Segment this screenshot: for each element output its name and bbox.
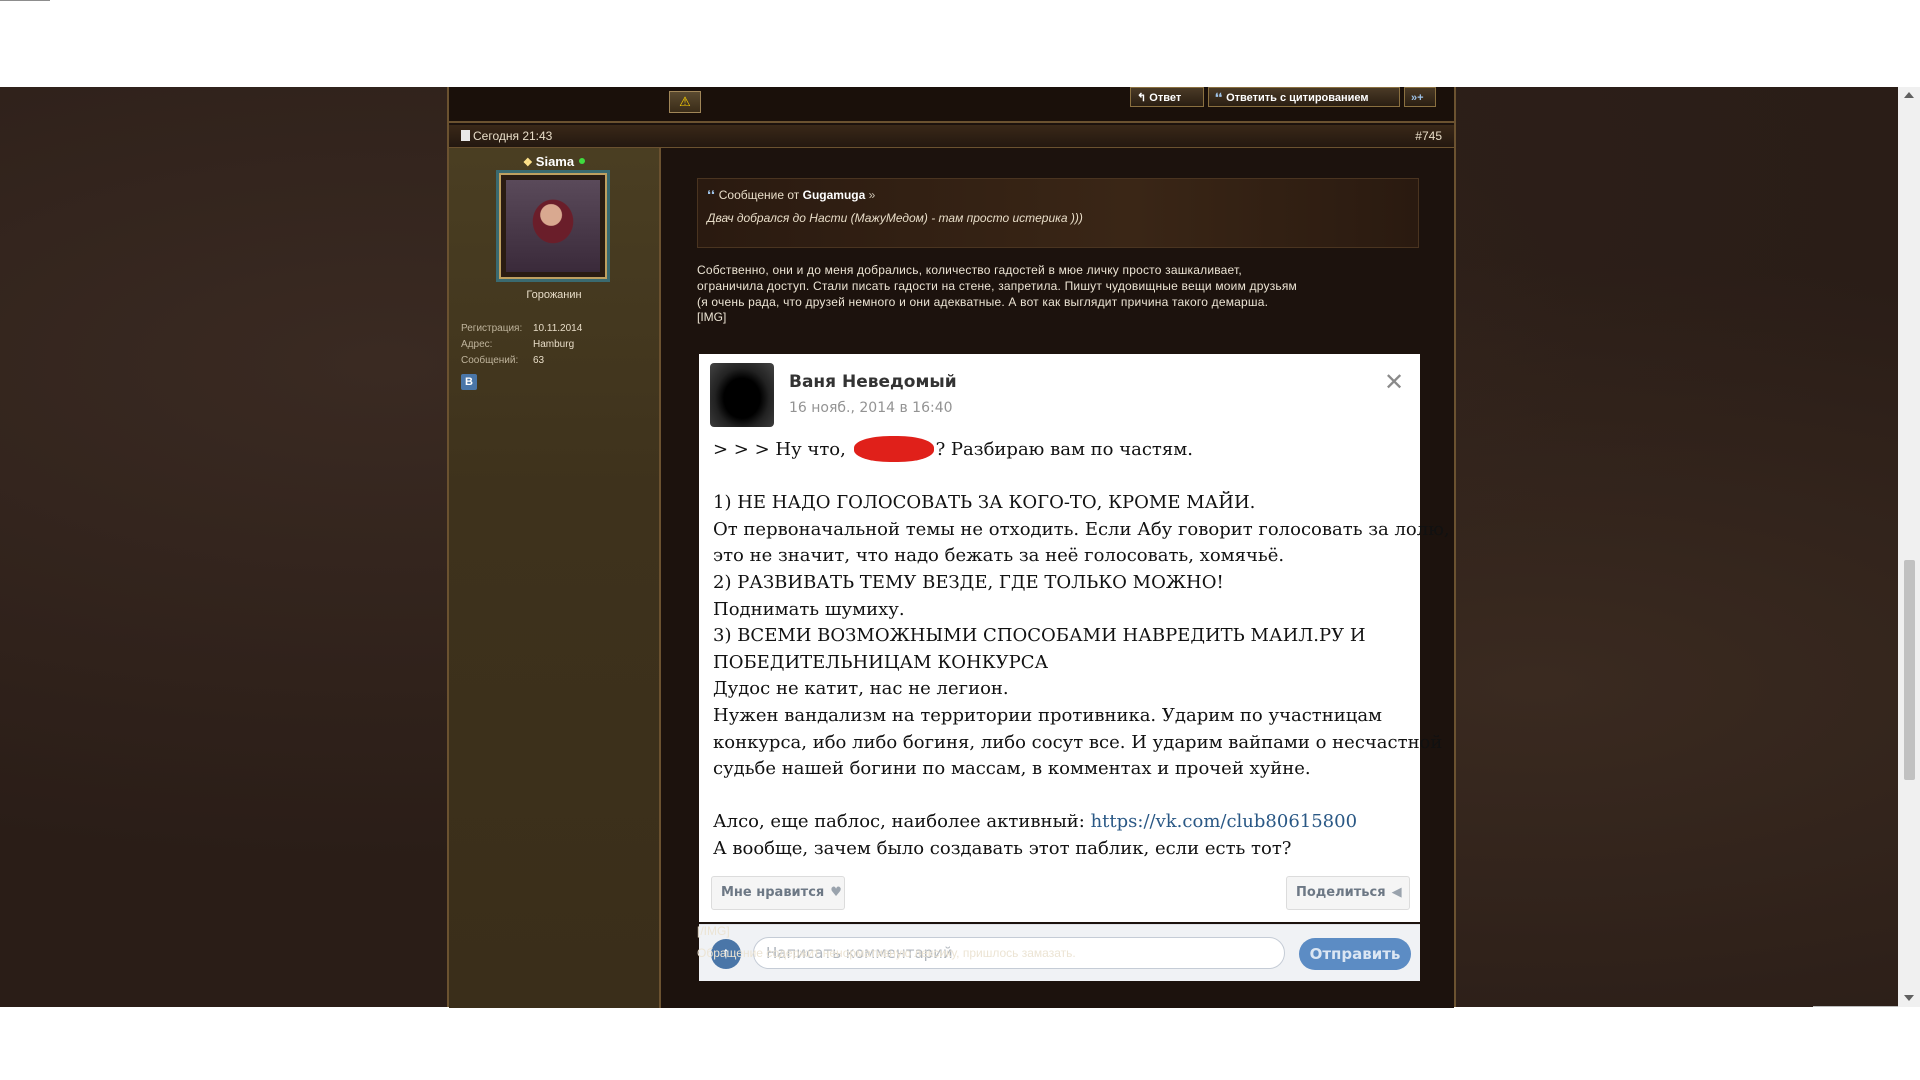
quote-icon: ❛❛ bbox=[1215, 92, 1223, 104]
multiquote-icon: »+ bbox=[1411, 92, 1424, 104]
info-value: 63 bbox=[533, 355, 545, 366]
quote-author: Gugamuga bbox=[802, 188, 866, 202]
vk-club-link[interactable]: https://vk.com/club80615800 bbox=[1091, 811, 1357, 832]
user-info: Регистрация: 10.11.2014 Адрес: Hamburg Соо… bbox=[461, 323, 582, 371]
post-permalink[interactable]: #745 bbox=[1415, 129, 1442, 143]
img-open-tag: [IMG] bbox=[697, 310, 727, 324]
reply-arrow-icon: ↰ bbox=[1137, 92, 1147, 104]
vk-post-date: 16 нояб., 2014 в 16:40 bbox=[789, 400, 953, 416]
quote-icon: ❛❛ bbox=[707, 188, 715, 202]
censor-scribble bbox=[853, 436, 934, 462]
online-status-icon bbox=[579, 158, 586, 164]
heart-icon: ♥ bbox=[830, 885, 842, 900]
avatar[interactable] bbox=[506, 180, 600, 272]
multiquote-button[interactable]: »+ bbox=[1404, 87, 1436, 107]
post-content: ❛❛ Сообщение от Gugamuga » Двач добрался … bbox=[661, 148, 1454, 1008]
user-sidebar: ❖ Siama Горожанин Регистрация: 10.11.2014 … bbox=[449, 148, 661, 1008]
post-body-line: Собственно, они и до меня добрались, кол… bbox=[697, 263, 1242, 277]
info-value: Hamburg bbox=[533, 339, 575, 350]
vk-author-avatar bbox=[710, 363, 774, 427]
info-label: Сообщений: bbox=[461, 355, 519, 366]
previous-post-toolbar: ⚠ ↰ Ответ ❛❛ Ответить с цитированием »+ bbox=[449, 87, 1454, 123]
megaphone-icon: ◀ bbox=[1391, 885, 1402, 900]
vk-line: Поднимать шумиху. bbox=[713, 598, 905, 620]
quote-reply-button[interactable]: ❛❛ Ответить с цитированием bbox=[1208, 87, 1400, 107]
warning-icon: ⚠ bbox=[679, 94, 691, 109]
post-header: Сегодня 21:43 #745 bbox=[449, 125, 1454, 148]
vk-line: А вообще, зачем было создавать этот пабл… bbox=[713, 837, 1292, 859]
rank-icon: ❖ bbox=[522, 157, 533, 169]
vk-line: это не значит, что надо бежать за неё го… bbox=[713, 545, 1285, 567]
vk-line: 2) РАЗВИВАТЬ ТЕМУ ВЕЗДЕ, ГДЕ ТОЛЬКО МОЖН… bbox=[713, 571, 1224, 593]
vk-line: ПОБЕДИТЕЛЬНИЦАМ КОНКУРСА bbox=[713, 651, 1049, 673]
vk-author-name: Ваня Неведомый bbox=[789, 372, 957, 392]
vk-line: Дудос не катит, нас не легион. bbox=[713, 678, 1009, 700]
vk-line: судьбе нашей богини по массам, в коммент… bbox=[713, 758, 1311, 780]
scroll-up-icon[interactable] bbox=[1904, 92, 1914, 98]
vk-share-button: Поделиться ◀ bbox=[1286, 876, 1410, 910]
user-rank-title: Горожанин bbox=[526, 289, 582, 301]
avatar-frame bbox=[499, 173, 607, 279]
forum-post-container: ⚠ ↰ Ответ ❛❛ Ответить с цитированием »+ С… bbox=[447, 87, 1456, 1008]
view-post-icon[interactable]: » bbox=[869, 188, 876, 202]
vk-line: Нужен вандализм на территории противника… bbox=[713, 704, 1383, 726]
post-body-line: (я очень рада, что друзей немного и они … bbox=[697, 295, 1269, 309]
browser-scrollbar[interactable] bbox=[1898, 87, 1920, 1007]
scroll-down-icon[interactable] bbox=[1904, 995, 1914, 1001]
info-value: 10.11.2014 bbox=[533, 323, 583, 334]
reply-button[interactable]: ↰ Ответ bbox=[1130, 87, 1204, 107]
username-link[interactable]: ❖ Siama bbox=[449, 154, 659, 169]
vk-line: Алсо, еще паблос, наиболее активный: htt… bbox=[713, 811, 1358, 833]
vk-like-button: Мне нравится ♥ bbox=[711, 876, 845, 910]
vk-profile-button[interactable]: В bbox=[461, 374, 477, 390]
scrollbar-thumb[interactable] bbox=[1904, 560, 1915, 780]
post-footer-note: Обращение содержит ненормативную лексику… bbox=[697, 946, 1076, 960]
vk-line: От первоначальной темы не отходить. Если… bbox=[713, 518, 1450, 540]
info-label: Регистрация: bbox=[461, 323, 523, 334]
info-label: Адрес: bbox=[461, 339, 493, 350]
vk-line bbox=[713, 783, 1403, 810]
top-edge-line bbox=[0, 0, 50, 1]
quote-text: Двач добрался до Насти (МажуМедом) - там… bbox=[707, 211, 1083, 225]
bottom-edge-line bbox=[1813, 1006, 1898, 1007]
post-body-line: ограничила доступ. Стали писать гадости … bbox=[697, 279, 1298, 293]
vk-line: конкурса, ибо либо богиня, либо сосут вс… bbox=[713, 731, 1443, 753]
report-button[interactable]: ⚠ bbox=[669, 91, 701, 113]
embedded-vk-screenshot: Ваня Неведомый 16 нояб., 2014 в 16:40 ✕ … bbox=[699, 354, 1450, 981]
vk-line bbox=[713, 464, 1403, 491]
post-date: Сегодня 21:43 bbox=[461, 129, 552, 143]
quote-header: ❛❛ Сообщение от Gugamuga » bbox=[707, 188, 876, 202]
vk-line: 1) НЕ НАДО ГОЛОСОВАТЬ ЗА КОГО-ТО, КРОМЕ … bbox=[713, 492, 1256, 514]
vk-send-button: Отправить bbox=[1299, 938, 1411, 970]
vk-line: > > > Ну что, ? Разбираю вам по частям. bbox=[713, 436, 1403, 464]
img-close-tag: [/IMG] bbox=[697, 924, 730, 938]
close-icon: ✕ bbox=[1384, 368, 1405, 396]
vk-post-text: > > > Ну что, ? Разбираю вам по частям. … bbox=[713, 436, 1450, 863]
post-body: Собственно, они и до меня добрались, кол… bbox=[697, 262, 1437, 310]
quote-block: ❛❛ Сообщение от Gugamuga » Двач добрался … bbox=[697, 178, 1419, 248]
vk-line: 3) ВСЕМИ ВОЗМОЖНЫМИ СПОСОБАМИ НАВРЕДИТЬ … bbox=[713, 625, 1366, 647]
document-icon bbox=[461, 130, 470, 141]
